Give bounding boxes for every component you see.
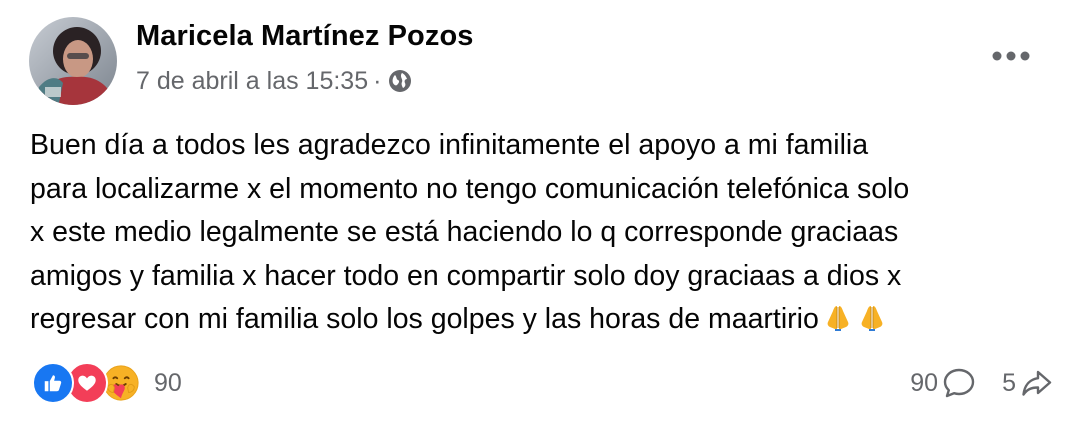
shares-stat[interactable]: 5 xyxy=(1002,367,1054,399)
post-text-line: regresar con mi familia solo los golpes … xyxy=(30,303,819,335)
post-text-last-line: regresar con mi familia solo los golpes … xyxy=(30,298,1065,342)
share-count: 5 xyxy=(1002,368,1016,397)
post-text-line: para localizarme x el momento no tengo c… xyxy=(30,172,910,205)
reaction-count[interactable]: 90 xyxy=(154,369,182,398)
folded-hands-emoji xyxy=(823,302,853,332)
post-text-line: amigos y familia x hacer todo en compart… xyxy=(30,259,902,292)
more-options-button[interactable] xyxy=(988,38,1034,74)
author-avatar[interactable] xyxy=(29,17,117,105)
reactions-summary: 90 xyxy=(32,362,182,404)
author-name[interactable]: Maricela Martínez Pozos xyxy=(136,20,474,53)
post-text-line: Buen día a todos les agradezco infinitam… xyxy=(30,129,869,161)
folded-hands-emoji xyxy=(857,302,887,332)
comments-stat[interactable]: 90 xyxy=(910,367,976,399)
post-text-line: x este medio legalmente se está haciendo… xyxy=(30,216,899,248)
avatar-photo xyxy=(29,17,117,105)
comment-icon xyxy=(943,368,975,398)
globe-icon[interactable] xyxy=(388,69,412,93)
comment-count: 90 xyxy=(910,368,939,397)
facebook-post: Maricela Martínez Pozos 7 de abril a las… xyxy=(0,0,1080,421)
post-timestamp[interactable]: 7 de abril a las 15:35 xyxy=(136,67,368,96)
engagement-stats: 90 5 xyxy=(910,362,1054,404)
more-options-icon xyxy=(992,51,1030,61)
post-meta: 7 de abril a las 15:35 · xyxy=(136,64,412,98)
post-text: Buen día a todos les agradezco infinitam… xyxy=(30,124,1065,342)
share-icon xyxy=(1022,370,1052,396)
reaction-icons[interactable] xyxy=(32,362,142,404)
meta-separator: · xyxy=(373,66,382,95)
like-reaction-icon xyxy=(32,362,74,404)
